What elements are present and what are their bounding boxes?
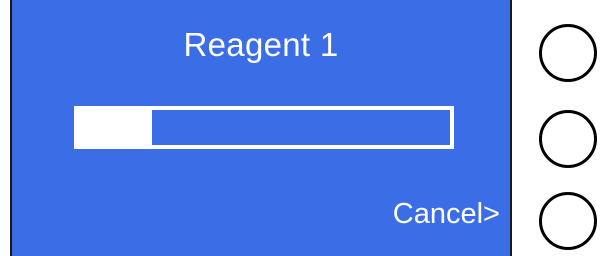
softkey-1-button[interactable] <box>539 24 597 82</box>
device-panel: Reagent 1 Cancel> <box>0 0 605 256</box>
display-screen: Reagent 1 Cancel> <box>10 0 512 256</box>
progress-bar <box>74 106 454 149</box>
progress-bar-fill <box>78 110 153 145</box>
screen-title: Reagent 1 <box>183 26 339 63</box>
softkey-3-button[interactable] <box>539 192 597 250</box>
softkey-2-button[interactable] <box>539 110 597 168</box>
cancel-softkey-label[interactable]: Cancel> <box>393 198 500 231</box>
